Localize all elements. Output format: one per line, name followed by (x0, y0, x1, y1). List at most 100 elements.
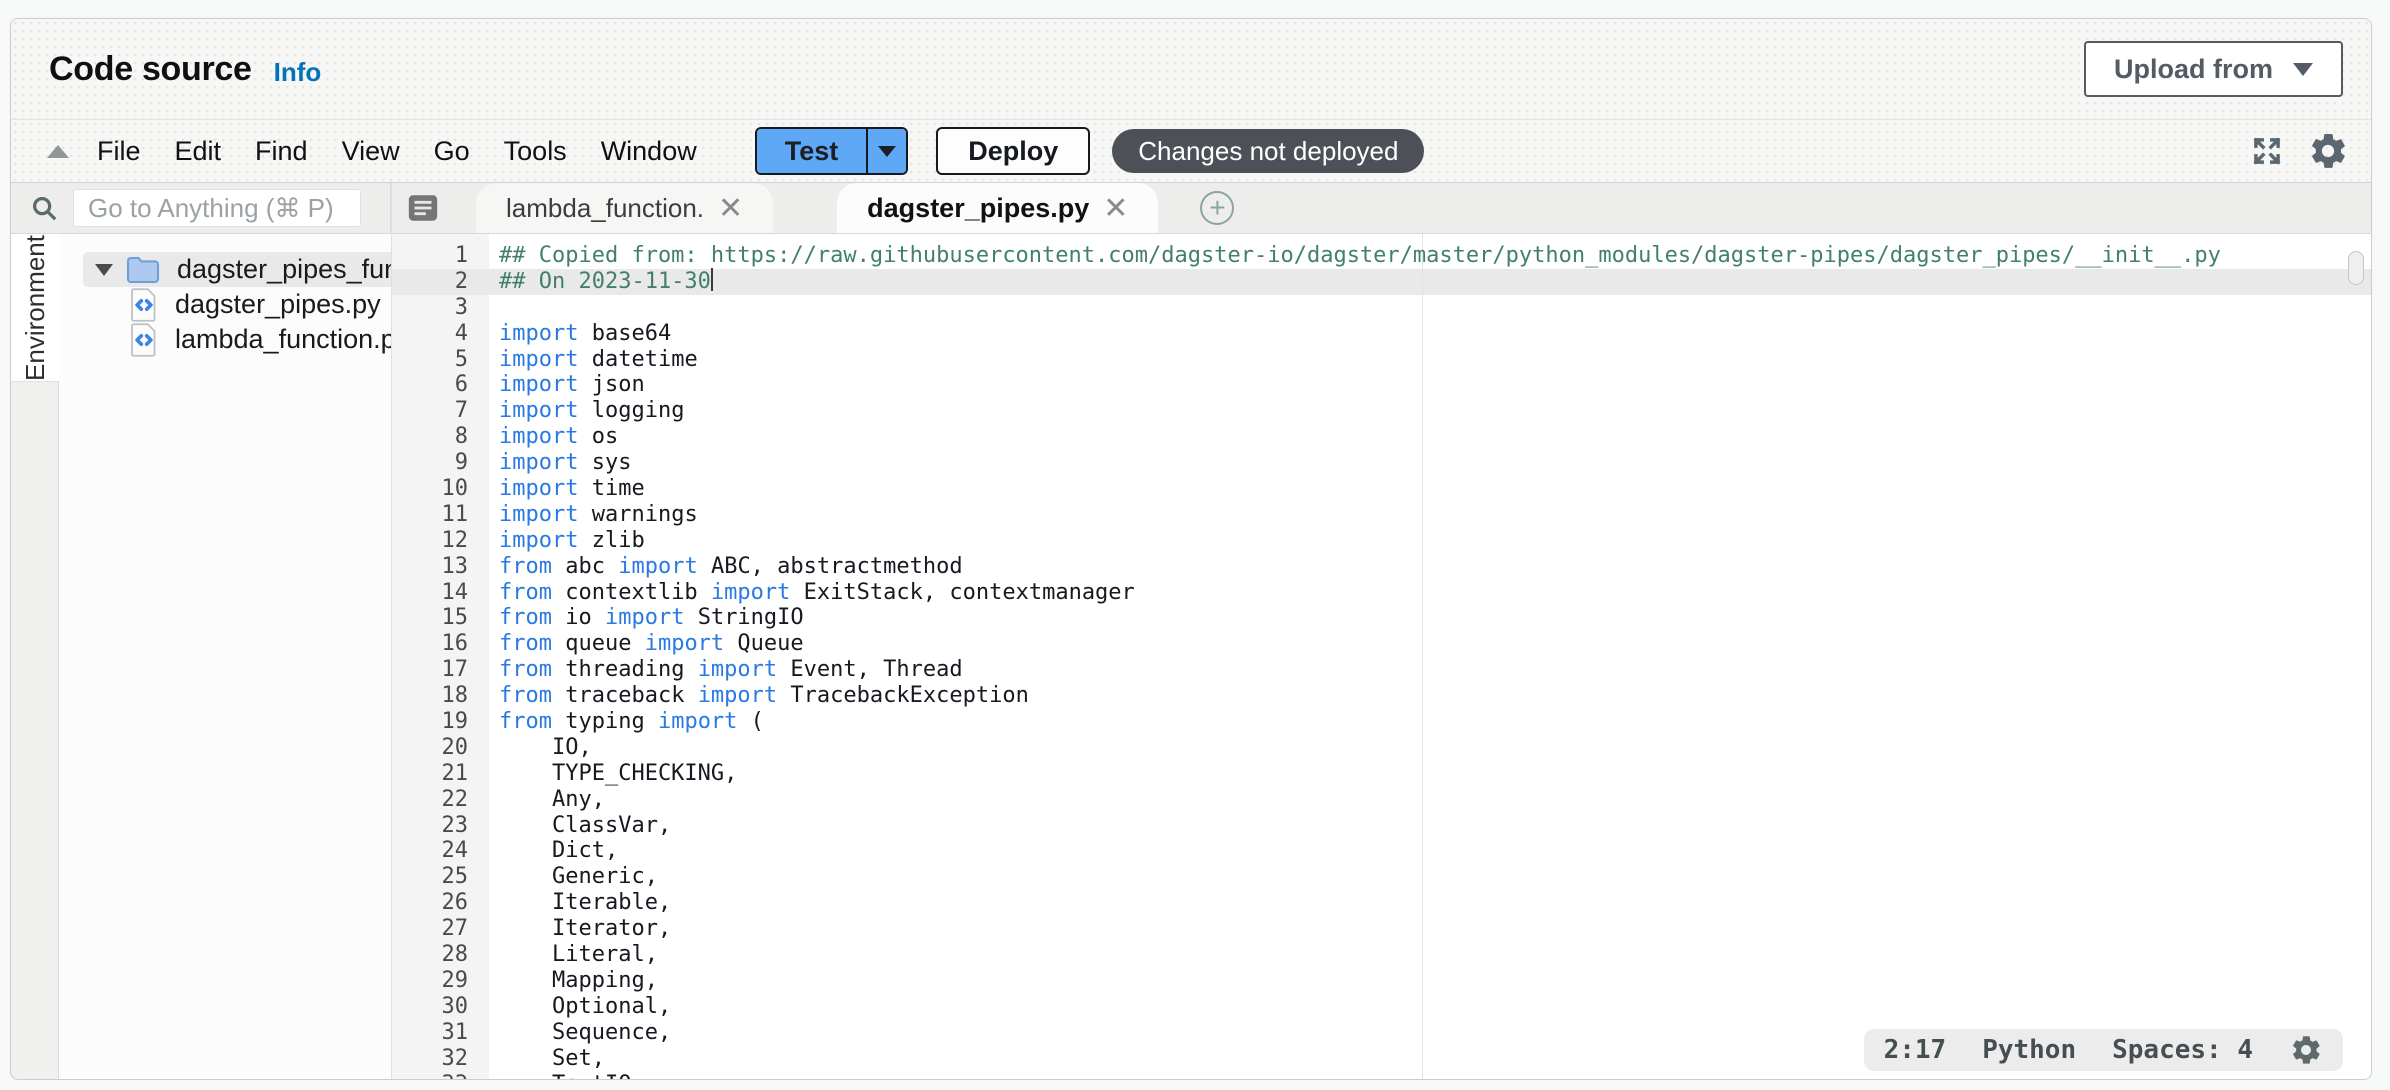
code-line[interactable]: from threading import Event, Thread (499, 657, 2371, 683)
goto-anything-row (11, 183, 391, 234)
code-line[interactable]: import sys (499, 450, 2371, 476)
code-line[interactable]: TYPE_CHECKING, (499, 761, 2371, 787)
menu-window[interactable]: Window (601, 136, 697, 167)
search-icon[interactable] (29, 193, 59, 223)
tree-row-file[interactable]: dagster_pipes.py (59, 287, 391, 322)
dock-strip-spacer (11, 382, 59, 1079)
code-line[interactable]: import time (499, 476, 2371, 502)
line-number-gutter: 1234567891011121314151617181920212223242… (392, 234, 489, 1079)
test-dropdown-button[interactable] (866, 129, 906, 173)
line-number: 14 (392, 580, 489, 606)
line-number: 15 (392, 605, 489, 631)
collapse-panel-icon[interactable] (47, 145, 69, 158)
code-line[interactable]: ## Copied from: https://raw.githubuserco… (499, 243, 2371, 269)
python-file-icon (129, 287, 159, 323)
editor-settings-gear-icon[interactable] (2289, 1033, 2323, 1067)
code-lines: ## Copied from: https://raw.githubuserco… (499, 234, 2371, 1079)
chevron-down-icon (878, 146, 896, 157)
language-mode[interactable]: Python (1982, 1035, 2076, 1065)
code-line[interactable]: from traceback import TracebackException (499, 683, 2371, 709)
tab-bar: lambda_function. ✕ dagster_pipes.py ✕ + (392, 183, 2371, 234)
code-line[interactable] (499, 295, 2371, 321)
code-line[interactable]: ## On 2023-11-30 (499, 269, 2371, 295)
sidebar: Environment dagster_pipes_funct (11, 183, 391, 1079)
menu-edit[interactable]: Edit (175, 136, 222, 167)
goto-anything-input[interactable] (73, 189, 361, 227)
code-line[interactable]: import warnings (499, 502, 2371, 528)
code-line[interactable]: Any, (499, 787, 2371, 813)
line-number: 2 (392, 269, 489, 295)
vertical-scrollbar-thumb[interactable] (2348, 251, 2364, 285)
chevron-expanded-icon[interactable] (95, 264, 113, 276)
line-number: 9 (392, 450, 489, 476)
code-line[interactable]: from queue import Queue (499, 631, 2371, 657)
editor-statusbar: 2:17 Python Spaces: 4 (1864, 1029, 2343, 1071)
close-icon[interactable]: ✕ (1103, 191, 1128, 226)
code-line[interactable]: import logging (499, 398, 2371, 424)
line-number: 10 (392, 476, 489, 502)
tab-label: lambda_function. (506, 193, 704, 224)
code-line[interactable]: Mapping, (499, 968, 2371, 994)
code-line[interactable]: IO, (499, 735, 2371, 761)
code-line[interactable]: Optional, (499, 994, 2371, 1020)
code-line[interactable]: import datetime (499, 347, 2371, 373)
code-line[interactable]: import json (499, 372, 2371, 398)
file-tree: dagster_pipes_funct dagster_pipes.py (59, 234, 391, 1079)
line-number: 11 (392, 502, 489, 528)
line-number: 30 (392, 994, 489, 1020)
upload-from-button[interactable]: Upload from (2084, 41, 2343, 97)
menu-find[interactable]: Find (255, 136, 308, 167)
code-line[interactable]: Dict, (499, 838, 2371, 864)
card-header: Code source Info Upload from (11, 19, 2371, 119)
menu-file[interactable]: File (97, 136, 141, 167)
line-number: 31 (392, 1020, 489, 1046)
code-line[interactable]: from contextlib import ExitStack, contex… (499, 580, 2371, 606)
code-line[interactable]: import zlib (499, 528, 2371, 554)
line-number: 13 (392, 554, 489, 580)
code-line[interactable]: ClassVar, (499, 813, 2371, 839)
cursor-position: 2:17 (1884, 1035, 1947, 1065)
settings-gear-icon[interactable] (2307, 130, 2349, 172)
line-number: 1 (392, 243, 489, 269)
indent-setting[interactable]: Spaces: 4 (2112, 1035, 2253, 1065)
code-line[interactable]: Iterator, (499, 916, 2371, 942)
selected-folder-row[interactable]: dagster_pipes_funct (83, 252, 391, 287)
menu-go[interactable]: Go (434, 136, 470, 167)
editor-menubar: File Edit Find View Go Tools Window Test… (11, 119, 2371, 183)
line-number: 4 (392, 321, 489, 347)
tab-environment[interactable]: Environment (11, 234, 59, 382)
test-button[interactable]: Test (757, 129, 867, 173)
code-line[interactable]: Iterable, (499, 890, 2371, 916)
menu-view[interactable]: View (342, 136, 400, 167)
line-number: 12 (392, 528, 489, 554)
tab-lambda-function[interactable]: lambda_function. ✕ (476, 183, 773, 233)
file-name: dagster_pipes.py (175, 289, 381, 320)
code-line[interactable]: from io import StringIO (499, 605, 2371, 631)
new-tab-plus-icon[interactable]: + (1200, 191, 1234, 225)
tree-row-file[interactable]: lambda_function.py (59, 322, 391, 357)
code-line[interactable]: import base64 (499, 321, 2371, 347)
code-line[interactable]: TextIO (499, 1072, 2371, 1080)
test-split-button[interactable]: Test (755, 127, 909, 175)
code-editor[interactable]: 1234567891011121314151617181920212223242… (392, 234, 2371, 1079)
line-number: 29 (392, 968, 489, 994)
code-line[interactable]: Generic, (499, 864, 2371, 890)
line-number: 27 (392, 916, 489, 942)
environment-tab-label: Environment (20, 235, 51, 381)
fullscreen-icon[interactable] (2249, 133, 2285, 169)
code-line[interactable]: from abc import ABC, abstractmethod (499, 554, 2371, 580)
line-number: 16 (392, 631, 489, 657)
code-line[interactable]: from typing import ( (499, 709, 2371, 735)
code-line[interactable]: Literal, (499, 942, 2371, 968)
tab-list-icon[interactable] (406, 192, 440, 224)
tree-row-folder[interactable]: dagster_pipes_funct (59, 252, 391, 287)
menu-tools[interactable]: Tools (504, 136, 567, 167)
code-line[interactable]: import os (499, 424, 2371, 450)
close-icon[interactable]: ✕ (718, 191, 743, 226)
editor-column: lambda_function. ✕ dagster_pipes.py ✕ + … (391, 183, 2371, 1079)
deploy-button[interactable]: Deploy (936, 127, 1090, 175)
tab-dagster-pipes[interactable]: dagster_pipes.py ✕ (837, 183, 1158, 233)
info-link[interactable]: Info (274, 57, 322, 88)
line-number: 3 (392, 295, 489, 321)
line-number: 19 (392, 709, 489, 735)
